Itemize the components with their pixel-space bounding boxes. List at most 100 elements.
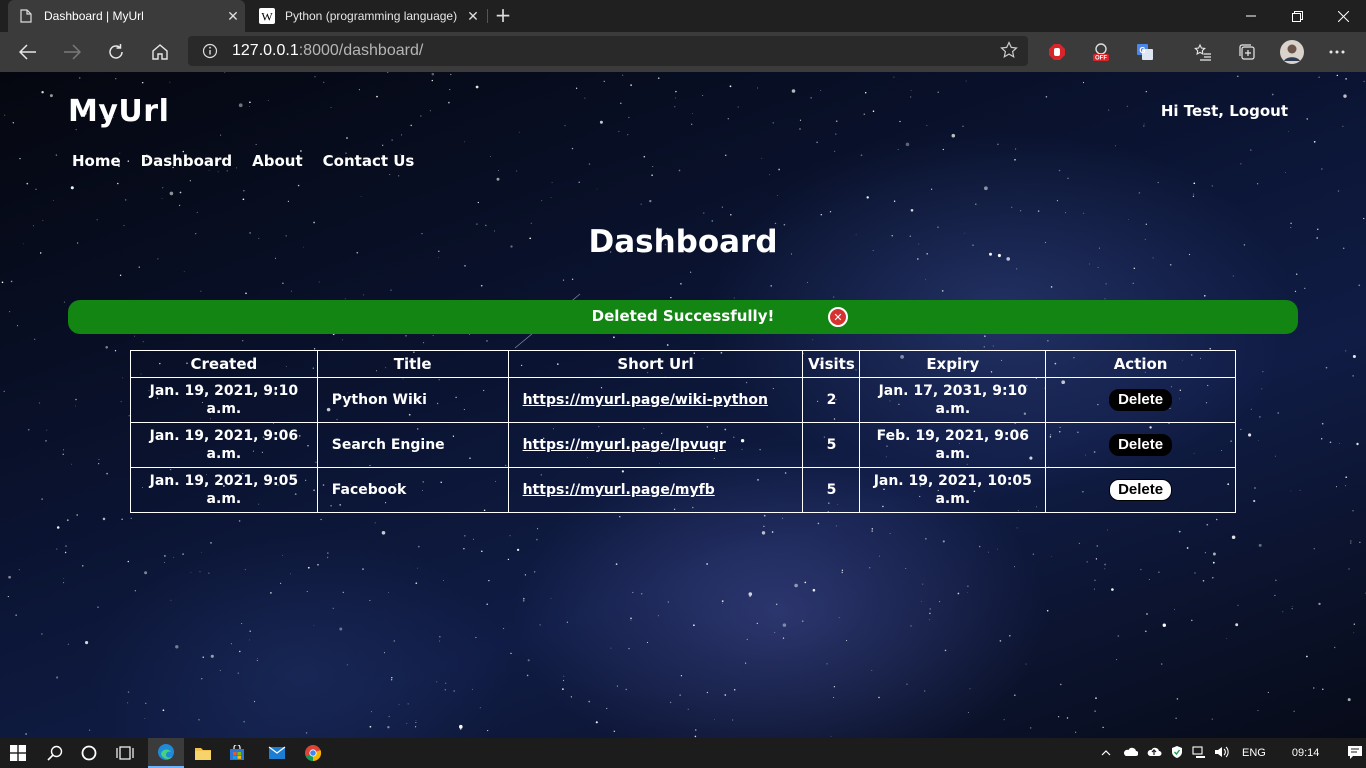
tab-python-wiki[interactable]: W Python (programming language) ✕	[249, 0, 485, 32]
chrome-icon[interactable]	[298, 738, 328, 768]
greeting-text: Hi Test,	[1160, 102, 1224, 120]
svg-text:W: W	[261, 10, 273, 24]
browser-toolbar: 127.0.0.1:8000/dashboard/ OFF G	[0, 32, 1366, 92]
adblock-extension-icon[interactable]	[1046, 41, 1068, 63]
search-icon[interactable]	[40, 738, 70, 768]
cell-title: Facebook	[316, 467, 509, 513]
close-window-icon[interactable]	[1320, 0, 1366, 32]
translate-extension-icon[interactable]: G	[1134, 41, 1156, 63]
onedrive-icon[interactable]	[1122, 747, 1139, 760]
col-title: Title	[316, 350, 509, 378]
col-expiry: Expiry	[859, 350, 1047, 378]
system-tray: ENG 09:14	[1098, 738, 1363, 768]
security-shield-icon[interactable]	[1170, 745, 1184, 762]
cell-action: Delete	[1045, 422, 1236, 468]
cell-expiry: Jan. 19, 2021, 10:05 a.m.	[859, 467, 1047, 513]
profile-avatar-icon[interactable]	[1280, 40, 1304, 64]
home-icon[interactable]	[144, 36, 176, 68]
taskbar: ENG 09:14	[0, 738, 1366, 768]
favorites-icon[interactable]	[1192, 41, 1214, 63]
network-icon[interactable]	[1192, 745, 1206, 762]
table-row: Jan. 19, 2021, 9:10 a.m. Python Wiki htt…	[130, 377, 1236, 423]
short-url-link[interactable]: https://myurl.page/lpvuqr	[523, 437, 726, 453]
logout-link[interactable]: Logout	[1229, 102, 1288, 120]
collections-icon[interactable]	[1236, 41, 1258, 63]
col-created: Created	[130, 350, 318, 378]
col-short-url: Short Url	[507, 350, 804, 378]
dismiss-alert-icon[interactable]: ✕	[828, 307, 848, 327]
svg-text:G: G	[1139, 46, 1145, 55]
cell-action: Delete	[1045, 377, 1236, 423]
nav-contact-us[interactable]: Contact Us	[323, 152, 415, 170]
edge-icon[interactable]	[148, 738, 184, 768]
minimize-icon[interactable]	[1228, 0, 1274, 32]
refresh-icon[interactable]	[100, 36, 132, 68]
site-info-icon[interactable]	[200, 43, 220, 59]
short-url-link[interactable]: https://myurl.page/myfb	[523, 482, 715, 498]
new-tab-icon[interactable]: +	[491, 4, 515, 28]
nav-about[interactable]: About	[252, 152, 303, 170]
links-table: Created Title Short Url Visits Expiry Ac…	[130, 350, 1236, 513]
nav-home[interactable]: Home	[72, 152, 121, 170]
tab-title: Dashboard | MyUrl	[44, 9, 144, 23]
close-tab-icon[interactable]: ✕	[461, 8, 485, 25]
nav-dashboard[interactable]: Dashboard	[141, 152, 232, 170]
alert-message: Deleted Successfully!	[591, 307, 775, 325]
col-visits: Visits	[802, 350, 861, 378]
extension-off-icon[interactable]: OFF	[1090, 41, 1112, 63]
chevron-up-icon[interactable]	[1098, 747, 1114, 759]
cell-expiry: Feb. 19, 2021, 9:06 a.m.	[859, 422, 1047, 468]
col-action: Action	[1045, 350, 1236, 378]
cell-created: Jan. 19, 2021, 9:06 a.m.	[130, 422, 318, 468]
cell-title: Python Wiki	[316, 377, 509, 423]
site-logo[interactable]: MyUrl	[68, 94, 169, 129]
tab-title: Python (programming language)	[285, 9, 458, 23]
main-nav: Home Dashboard About Contact Us	[72, 152, 414, 170]
table-header-row: Created Title Short Url Visits Expiry Ac…	[130, 350, 1236, 378]
cortana-icon[interactable]	[74, 738, 104, 768]
task-view-icon[interactable]	[110, 738, 140, 768]
delete-button[interactable]: Delete	[1109, 479, 1173, 501]
notifications-icon[interactable]	[1347, 744, 1363, 763]
wikipedia-icon: W	[259, 8, 275, 24]
cell-short-url: https://myurl.page/myfb	[507, 467, 804, 513]
cloud-sync-icon[interactable]	[1146, 746, 1162, 761]
file-explorer-icon[interactable]	[188, 738, 218, 768]
favorite-star-icon[interactable]	[1000, 41, 1018, 63]
language-indicator[interactable]: ENG	[1242, 747, 1266, 759]
url-path: :8000/dashboard/	[298, 42, 424, 59]
more-menu-icon[interactable]	[1326, 41, 1348, 63]
restore-icon[interactable]	[1274, 0, 1320, 32]
table-row: Jan. 19, 2021, 9:06 a.m. Search Engine h…	[130, 422, 1236, 468]
cell-title: Search Engine	[316, 422, 509, 468]
page-icon	[18, 8, 34, 24]
delete-button[interactable]: Delete	[1109, 389, 1173, 411]
url-host: 127.0.0.1	[232, 42, 299, 59]
cell-created: Jan. 19, 2021, 9:10 a.m.	[130, 377, 318, 423]
cell-short-url: https://myurl.page/wiki-python	[507, 377, 804, 423]
back-icon[interactable]	[12, 36, 44, 68]
clock[interactable]: 09:14	[1292, 747, 1320, 759]
page-title: Dashboard	[588, 224, 778, 260]
delete-button[interactable]: Delete	[1109, 434, 1173, 456]
table-row: Jan. 19, 2021, 9:05 a.m. Facebook https:…	[130, 467, 1236, 513]
cell-visits: 5	[802, 422, 861, 468]
browser-tab-bar: Dashboard | MyUrl ✕ W Python (programmin…	[0, 0, 1366, 32]
svg-text:OFF: OFF	[1095, 56, 1107, 62]
cell-expiry: Jan. 17, 2031, 9:10 a.m.	[859, 377, 1047, 423]
cell-action: Delete	[1045, 467, 1236, 513]
store-icon[interactable]	[222, 738, 252, 768]
cell-visits: 5	[802, 467, 861, 513]
windows-start-icon[interactable]	[0, 738, 36, 768]
web-page: MyUrl Hi Test, Logout Home Dashboard Abo…	[0, 72, 1366, 738]
address-bar[interactable]: 127.0.0.1:8000/dashboard/	[188, 36, 1028, 66]
mail-icon[interactable]	[262, 738, 292, 768]
user-greeting: Hi Test, Logout	[1161, 102, 1288, 120]
close-tab-icon[interactable]: ✕	[221, 8, 245, 25]
cell-short-url: https://myurl.page/lpvuqr	[507, 422, 804, 468]
tab-dashboard[interactable]: Dashboard | MyUrl ✕	[8, 0, 245, 32]
cell-visits: 2	[802, 377, 861, 423]
forward-icon[interactable]	[56, 36, 88, 68]
volume-icon[interactable]	[1214, 745, 1230, 762]
short-url-link[interactable]: https://myurl.page/wiki-python	[523, 392, 768, 408]
